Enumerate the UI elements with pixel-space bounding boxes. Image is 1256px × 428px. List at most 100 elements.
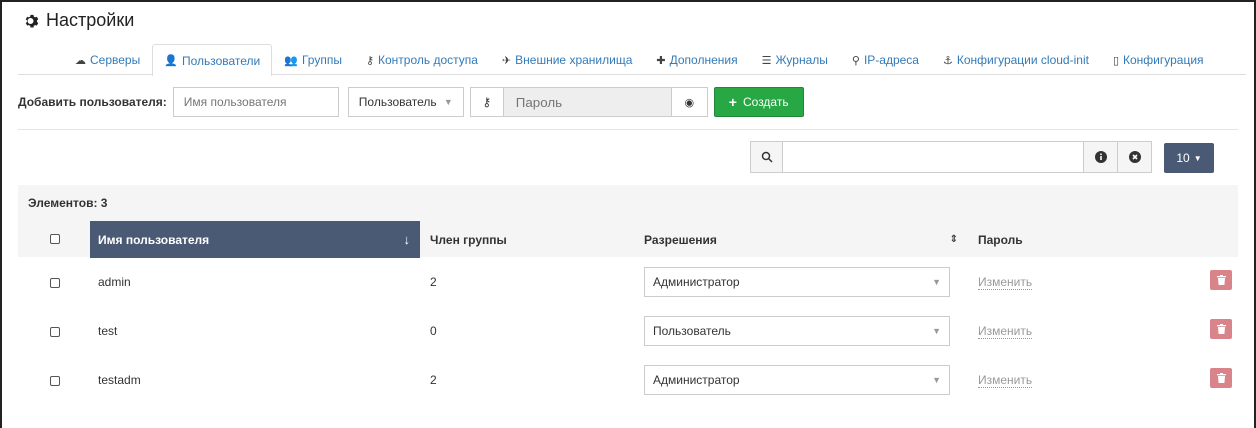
- tab-label: Внешние хранилища: [515, 53, 633, 67]
- tab-logs[interactable]: ☰ Журналы: [750, 44, 840, 75]
- search-info-button[interactable]: [1083, 142, 1117, 172]
- map-marker-icon: ⚲: [851, 54, 860, 67]
- tab-users[interactable]: 👤 Пользователи: [152, 44, 273, 76]
- row-username: admin: [98, 275, 131, 289]
- caret-down-icon: ▼: [443, 97, 453, 107]
- caret-down-icon: ▼: [932, 326, 941, 336]
- row-checkbox[interactable]: [50, 327, 60, 337]
- rocket-icon: ✈: [501, 54, 512, 67]
- password-input[interactable]: [503, 87, 672, 117]
- change-password-link[interactable]: Изменить: [978, 373, 1033, 388]
- row-groups: 2: [430, 373, 437, 387]
- row-groups: 2: [430, 275, 437, 289]
- pin-icon: ⚓: [942, 54, 953, 67]
- tab-servers[interactable]: ☁ Серверы: [63, 44, 152, 75]
- permission-select[interactable]: Пользователь ▼: [644, 316, 950, 346]
- delete-user-button[interactable]: [1210, 319, 1232, 339]
- permission-select[interactable]: Администратор ▼: [644, 365, 950, 395]
- divider: [18, 129, 1238, 130]
- user-icon: 👤: [164, 55, 178, 67]
- tab-access-control[interactable]: ⚷ Контроль доступа: [354, 44, 490, 75]
- puzzle-icon: ✚: [656, 54, 666, 67]
- create-user-button[interactable]: + Создать: [713, 87, 804, 117]
- row-select-cell: [18, 356, 90, 389]
- column-group-member[interactable]: Член группы: [420, 221, 644, 258]
- permission-value: Администратор: [653, 373, 740, 387]
- row-groups: 0: [430, 324, 437, 338]
- tab-label: Пользователи: [181, 53, 261, 68]
- column-permissions-label: Разрешения: [644, 232, 717, 247]
- column-password-label: Пароль: [978, 232, 1023, 247]
- row-checkbox[interactable]: [50, 376, 60, 386]
- list-icon: ☰: [761, 54, 772, 67]
- role-select-value: Пользователь: [358, 95, 437, 109]
- role-select[interactable]: Пользователь ▼: [347, 87, 464, 117]
- select-all-checkbox[interactable]: [50, 233, 60, 244]
- row-password-cell: Изменить: [968, 258, 1192, 290]
- permission-value: Пользователь: [653, 324, 731, 338]
- tab-ip-addresses[interactable]: ⚲ IP-адреса: [840, 44, 931, 75]
- trash-icon: [1216, 324, 1226, 334]
- tab-label: Журналы: [775, 53, 828, 67]
- caret-down-icon: ▼: [932, 375, 941, 385]
- trash-icon: [1216, 373, 1226, 383]
- cloud-icon: ☁: [75, 54, 86, 67]
- select-all-cell: [18, 233, 90, 247]
- key-icon: ⚷: [365, 54, 375, 67]
- column-permissions[interactable]: Разрешения ⇕: [644, 221, 968, 258]
- row-permission-cell: Администратор ▼: [644, 258, 968, 297]
- add-user-form: Добавить пользователя: Пользователь ▼ ⚷ …: [18, 86, 804, 118]
- caret-down-icon: ▼: [932, 277, 941, 287]
- delete-user-button[interactable]: [1210, 270, 1232, 290]
- column-username-label: Имя пользователя: [98, 232, 210, 247]
- tab-configuration[interactable]: ▯ Конфигурация: [1101, 44, 1216, 75]
- page-title-block: Настройки: [24, 10, 134, 31]
- search-box: [750, 141, 1152, 173]
- generate-password-button[interactable]: ⚷: [469, 87, 504, 117]
- create-button-label: Создать: [742, 95, 789, 109]
- tab-label: IP-адреса: [863, 53, 919, 67]
- row-actions: [1192, 356, 1238, 388]
- search-icon: [751, 142, 783, 172]
- toggle-password-visibility-button[interactable]: ◉: [671, 87, 708, 117]
- add-user-label: Добавить пользователя:: [18, 95, 167, 109]
- tab-groups[interactable]: 👥 Группы: [272, 44, 354, 75]
- row-username: testadm: [98, 373, 141, 387]
- change-password-link[interactable]: Изменить: [978, 275, 1033, 290]
- tab-label: Конфигурации cloud-init: [956, 53, 1089, 67]
- row-actions: [1192, 307, 1238, 339]
- delete-user-button[interactable]: [1210, 368, 1232, 388]
- table-row: test 0 Пользователь ▼ Изменить: [18, 307, 1238, 356]
- row-checkbox[interactable]: [50, 278, 60, 288]
- tab-addons[interactable]: ✚ Дополнения: [644, 44, 749, 75]
- tab-cloud-init[interactable]: ⚓ Конфигурации cloud-init: [931, 44, 1101, 75]
- search-input[interactable]: [783, 142, 1083, 172]
- settings-tabs: ☁ Серверы 👤 Пользователи 👥 Группы ⚷ Контроль…: [18, 44, 1246, 76]
- column-password[interactable]: Пароль: [968, 221, 1088, 258]
- sort-icon: ⇕: [949, 234, 958, 245]
- caret-down-icon: ▼: [1193, 153, 1202, 163]
- row-username: test: [98, 324, 118, 338]
- tab-label: Дополнения: [669, 53, 738, 67]
- permission-select[interactable]: Администратор ▼: [644, 267, 950, 297]
- row-select-cell: [18, 307, 90, 340]
- clear-icon: [1128, 151, 1141, 163]
- page-size-value: 10: [1176, 151, 1190, 165]
- username-input[interactable]: [172, 87, 339, 117]
- change-password-link[interactable]: Изменить: [978, 324, 1033, 339]
- tab-external-storage[interactable]: ✈ Внешние хранилища: [490, 44, 644, 75]
- file-icon: ▯: [1112, 54, 1119, 67]
- arrow-down-icon: ↓: [403, 232, 411, 247]
- search-clear-button[interactable]: [1117, 142, 1151, 172]
- row-password-cell: Изменить: [968, 307, 1192, 339]
- permission-value: Администратор: [653, 275, 740, 289]
- key-icon: ⚷: [482, 95, 492, 109]
- row-select-cell: [18, 258, 90, 291]
- table-row: testadm 2 Администратор ▼ Изменить: [18, 356, 1238, 405]
- row-password-cell: Изменить: [968, 356, 1192, 388]
- tab-label: Конфигурация: [1123, 53, 1204, 67]
- page-title: Настройки: [46, 10, 135, 30]
- page-size-dropdown[interactable]: 10 ▼: [1164, 143, 1214, 173]
- column-username[interactable]: Имя пользователя ↓: [90, 221, 420, 258]
- tab-label: Контроль доступа: [378, 53, 478, 67]
